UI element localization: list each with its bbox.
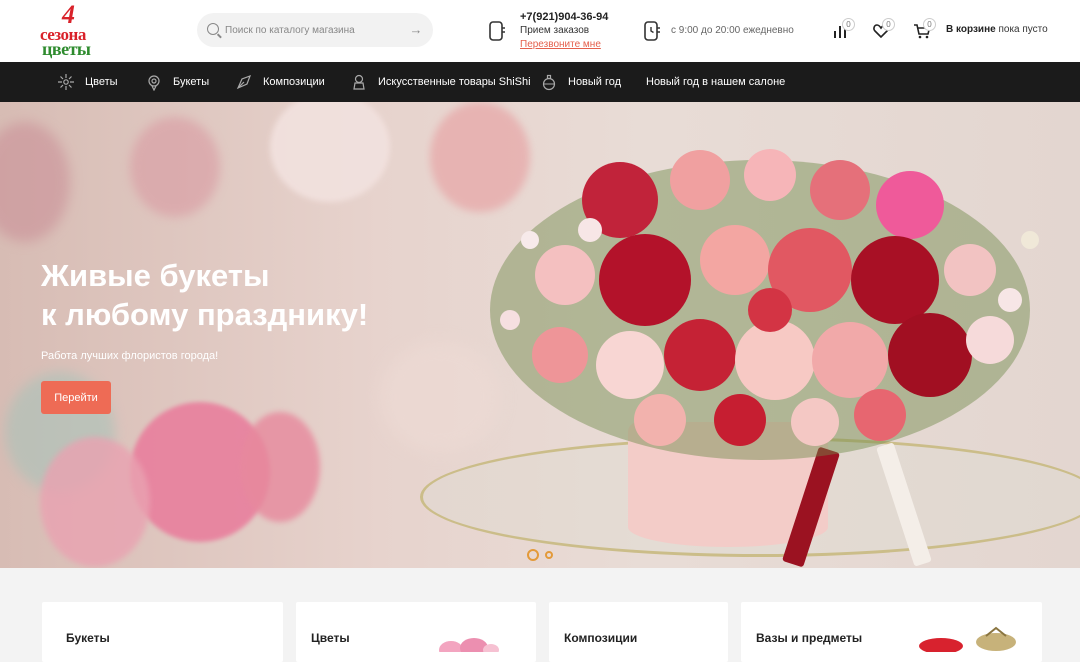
category-card-compositions[interactable]: Композиции — [549, 602, 728, 662]
site-logo[interactable]: 4 сезона цветы — [38, 2, 106, 60]
artificial-flower-icon — [353, 74, 365, 90]
balloon-decoration — [270, 102, 390, 202]
main-nav: Цветы Букеты Композиции Искусственные то… — [0, 62, 1080, 102]
nav-label: Новый год в нашем салоне — [646, 76, 786, 88]
cart-status[interactable]: В корзине пока пусто — [946, 24, 1048, 35]
working-hours: с 9:00 до 20:00 ежедневно — [671, 25, 794, 36]
category-title: Цветы — [311, 631, 350, 645]
category-vase-image — [919, 626, 1016, 652]
cart-empty-text: пока пусто — [998, 24, 1048, 35]
balloon-decoration — [0, 122, 70, 242]
balloon-decoration — [130, 117, 220, 217]
nav-label: Цветы — [85, 76, 118, 88]
category-title: Букеты — [66, 631, 110, 645]
compare-count-badge: 0 — [842, 18, 855, 31]
search-icon — [207, 23, 219, 35]
logo-word-2: цветы — [42, 39, 91, 59]
slide-dot-1[interactable] — [527, 549, 539, 561]
bouquet-icon — [148, 75, 160, 91]
nav-label: Букеты — [173, 76, 210, 88]
clock-icon — [644, 21, 660, 41]
category-card-vases[interactable]: Вазы и предметы — [741, 602, 1042, 662]
category-card-bouquets[interactable]: Букеты — [42, 602, 283, 662]
hero-subtitle: Работа лучших флористов города! — [41, 350, 219, 362]
nav-item-bouquets[interactable]: Букеты — [145, 62, 209, 102]
phone-icon — [489, 21, 505, 41]
category-title: Композиции — [564, 631, 638, 645]
hero-title-line-2: к любому празднику! — [41, 297, 369, 332]
nav-item-new-year-salon[interactable]: Новый год в нашем салоне — [646, 62, 785, 102]
phone-caption: Прием заказов — [520, 25, 590, 36]
category-flower-image — [439, 638, 499, 652]
balloon-decoration — [40, 437, 150, 567]
search-submit-arrow-icon[interactable]: → — [407, 21, 425, 39]
flower-icon — [58, 74, 74, 90]
hero-title-line-1: Живые букеты — [41, 258, 270, 293]
nav-label: Искусственные товары ShiShi — [378, 76, 531, 88]
nav-item-new-year[interactable]: Новый год — [540, 62, 621, 102]
favorites-count-badge: 0 — [882, 18, 895, 31]
christmas-ornament-icon — [542, 74, 556, 91]
hero-slider: Живые букеты к любому празднику! Работа … — [0, 102, 1080, 568]
cart-label: В корзине — [946, 24, 996, 35]
nav-item-compositions[interactable]: Композиции — [235, 62, 325, 102]
composition-icon — [236, 74, 252, 90]
balloon-decoration — [240, 412, 320, 522]
callback-link[interactable]: Перезвоните мне — [520, 39, 601, 50]
flower-bouquet-image — [490, 149, 1039, 460]
slide-dot-2[interactable] — [545, 551, 553, 559]
cart-count-badge: 0 — [923, 18, 936, 31]
hero-title: Живые букеты к любому празднику! — [41, 256, 441, 334]
search-bar: → — [197, 13, 433, 47]
search-input[interactable] — [225, 21, 395, 39]
hero-cta-button[interactable]: Перейти — [41, 381, 111, 414]
phone-number[interactable]: +7(921)904-36-94 — [520, 11, 608, 23]
nav-label: Композиции — [263, 76, 325, 88]
nav-item-artificial[interactable]: Искусственные товары ShiShi — [350, 62, 531, 102]
nav-item-flowers[interactable]: Цветы — [57, 62, 118, 102]
category-title: Вазы и предметы — [756, 631, 863, 645]
site-header: 4 сезона цветы → +7(921)904-36-94 Прием … — [0, 0, 1080, 62]
category-section: Букеты Цветы Композиции Вазы и предметы — [0, 568, 1080, 662]
nav-label: Новый год — [568, 76, 622, 88]
category-card-flowers[interactable]: Цветы — [296, 602, 536, 662]
slider-pagination — [527, 549, 559, 561]
